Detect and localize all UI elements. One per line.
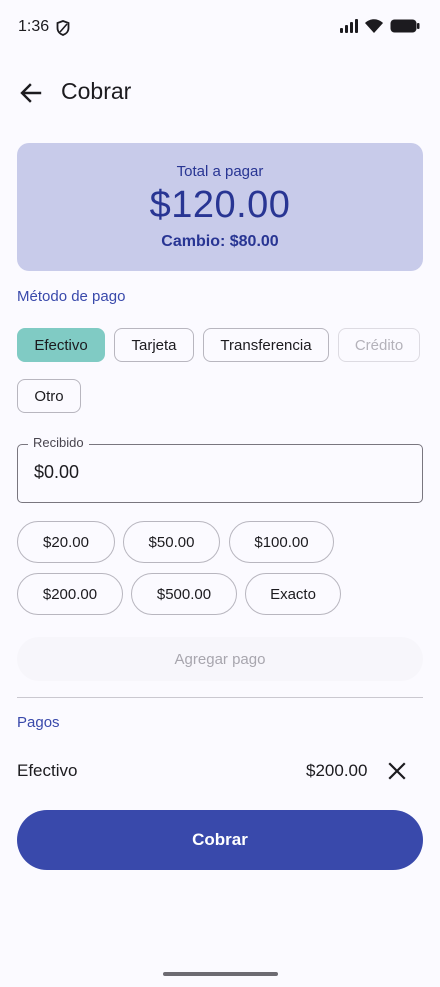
- chip-tarjeta[interactable]: Tarjeta: [114, 328, 194, 362]
- chip-credito: Crédito: [338, 328, 420, 362]
- change-amount: Cambio: $80.00: [161, 233, 279, 250]
- back-button[interactable]: [14, 76, 48, 110]
- arrow-back-icon: [20, 83, 42, 103]
- payment-method-name: Efectivo: [17, 761, 78, 780]
- home-indicator[interactable]: [163, 972, 278, 976]
- quick-amount-20[interactable]: $20.00: [17, 521, 115, 563]
- quick-amount-200[interactable]: $200.00: [17, 573, 123, 615]
- remove-payment-button[interactable]: [384, 758, 410, 784]
- charge-button[interactable]: Cobrar: [17, 810, 423, 870]
- status-time: 1:36: [18, 18, 50, 35]
- quick-amount-50[interactable]: $50.00: [123, 521, 220, 563]
- add-payment-button[interactable]: Agregar pago: [17, 637, 423, 681]
- shield-icon: [56, 20, 70, 36]
- quick-amount-exact[interactable]: Exacto: [245, 573, 341, 615]
- quick-amount-100[interactable]: $100.00: [229, 521, 334, 563]
- divider: [17, 697, 423, 698]
- received-input[interactable]: [34, 462, 394, 483]
- total-label: Total a pagar: [176, 163, 264, 180]
- payments-label: Pagos: [17, 714, 60, 731]
- quick-amount-500[interactable]: $500.00: [131, 573, 237, 615]
- payment-amount: $200.00: [306, 761, 368, 780]
- wifi-icon: [365, 19, 383, 33]
- payment-method-label: Método de pago: [17, 288, 126, 305]
- close-icon: [388, 762, 406, 780]
- chip-otro[interactable]: Otro: [17, 379, 81, 413]
- total-card: Total a pagar $120.00 Cambio: $80.00: [17, 143, 423, 271]
- received-label: Recibido: [28, 435, 89, 450]
- chip-efectivo[interactable]: Efectivo: [17, 328, 105, 362]
- status-icons: [339, 18, 420, 34]
- signal-icon: [340, 19, 358, 33]
- page-title: Cobrar: [61, 78, 132, 104]
- total-amount: $120.00: [149, 184, 291, 226]
- chip-transferencia[interactable]: Transferencia: [203, 328, 329, 362]
- battery-icon: [390, 19, 420, 33]
